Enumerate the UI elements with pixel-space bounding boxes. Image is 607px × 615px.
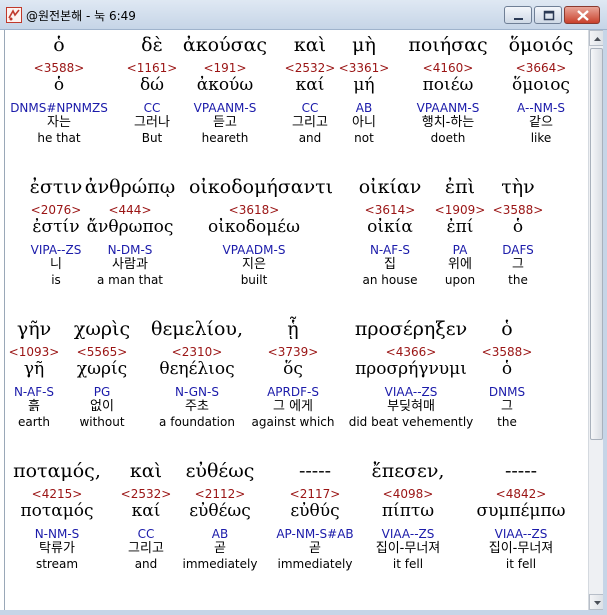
korean-gloss: 그 [512,257,524,272]
title-bar: @원전본해 - 눅 6:49 [0,0,607,30]
word-cell[interactable]: ᾗ <3739> ὅς APRDF-S 그 에게 against which [228,318,358,429]
scroll-down-button[interactable] [589,594,604,610]
word-cell[interactable]: οἰκοδομήσαντι <3618> οἰκοδομέω VPAADM-S 지은 bu… [189,176,334,287]
english-gloss: built [240,273,268,287]
strong-number: <3739> [267,345,319,359]
korean-gloss: 같으 [529,115,553,130]
english-gloss: the [508,273,528,287]
word-cell[interactable]: ----- <4842> συμπέμπω VIAA--ZS 집이-무너져 it fell [456,460,586,571]
lemma: ἄνθρωπος [86,217,174,237]
korean-gloss: 그 [501,399,513,414]
window-frame-right [603,30,607,610]
english-gloss: a man that [97,273,163,287]
greek-word: ----- [504,460,538,482]
english-gloss: the [497,415,517,429]
word-cell[interactable]: τὴν <3588> ὁ DAFS 그 the [453,176,583,287]
strong-number: <3664> [515,61,567,75]
greek-word: ὁ [501,318,513,340]
strong-number: <3618> [228,203,280,217]
lemma: πίπτω [381,501,435,521]
window-title: @원전본해 - 눅 6:49 [26,9,136,23]
scroll-up-button[interactable] [589,30,604,46]
korean-gloss: 집이-무너져 [375,541,441,556]
parsing-code: N-DM-S [107,243,153,257]
greek-word: ἀνθρώπῳ [84,176,176,198]
english-gloss: it fell [392,557,424,571]
greek-word: ἔπεσεν, [371,460,445,482]
vertical-scrollbar[interactable] [588,30,604,610]
strong-number: <3588> [481,345,533,359]
greek-word: τὴν [501,176,535,198]
lemma: ὅς [283,359,303,379]
interlinear-view: ὁ <3588> ὁ DNMS#NPNMZS 자는 he that δὲ <1161> δώ CC… [4,30,589,610]
greek-word: ᾗ [287,318,299,340]
parsing-code: VPAADM-S [222,243,286,257]
maximize-icon [543,10,555,21]
minimize-icon [514,18,523,20]
parsing-code: A--NM-S [517,101,565,115]
lemma: ὅμοιος [512,75,570,95]
word-cell[interactable]: ὅμοιός <3664> ὅμοιος A--NM-S 같으 like [476,34,589,145]
english-gloss: like [530,131,552,145]
strong-number: <444> [108,203,152,217]
strong-number: <3588> [492,203,544,217]
greek-word: ὅμοιός [508,34,574,56]
minimize-button[interactable] [504,6,532,24]
greek-word: οἰκοδομήσαντι [189,176,334,198]
english-gloss: it fell [505,557,537,571]
lemma: ὁ [501,359,513,379]
english-gloss: against which [251,415,335,429]
strong-number: <4842> [495,487,547,501]
korean-gloss: 그 에게 [272,399,313,414]
lemma: οἰκοδομέω [208,217,300,237]
korean-gloss: 지은 [242,257,266,272]
maximize-button[interactable] [534,6,562,24]
app-icon[interactable] [6,7,22,23]
parsing-code: DAFS [502,243,534,257]
word-cell[interactable]: ἔπεσεν, <4098> πίπτω VIAA--ZS 집이-무너져 it fell [343,460,473,571]
scrollbar-thumb[interactable] [590,48,603,440]
lemma: συμπέμπω [476,501,566,521]
parsing-code: VIAA--ZS [494,527,548,541]
window-frame-bottom [0,610,607,615]
parsing-code: DNMS [488,385,526,399]
strong-number: <4098> [382,487,434,501]
word-cell[interactable]: ἀνθρώπῳ <444> ἄνθρωπος N-DM-S 사람과 a man that [65,176,195,287]
korean-gloss: 사람과 [112,257,148,272]
lemma: ὁ [512,217,524,237]
close-icon [577,10,589,21]
close-button[interactable] [564,6,600,24]
korean-gloss: 집이-무너져 [488,541,554,556]
parsing-code: VIAA--ZS [381,527,435,541]
word-cell[interactable]: ὁ <3588> ὁ DNMS 그 the [442,318,572,429]
parsing-code: APRDF-S [267,385,319,399]
